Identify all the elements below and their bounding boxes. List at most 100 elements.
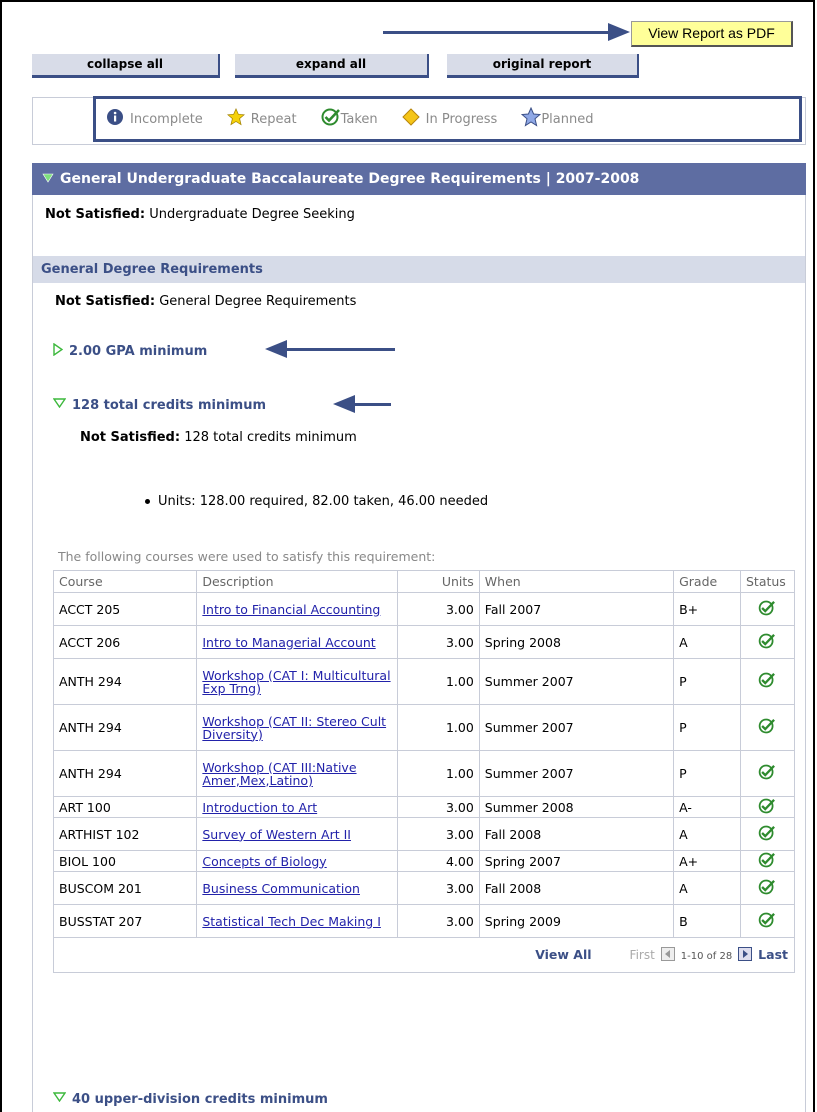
chevron-down-icon [52, 1091, 67, 1106]
planned-star-icon [521, 106, 542, 131]
cell-description: Business Communication [196, 871, 399, 905]
col-status[interactable]: Status [739, 570, 796, 593]
cell-units: 1.00 [397, 658, 480, 705]
gpa-requirement[interactable]: 2.00 GPA minimum [53, 342, 208, 360]
credits-requirement[interactable]: 128 total credits minimum [52, 397, 267, 413]
cell-status [739, 817, 796, 851]
col-course[interactable]: Course [52, 570, 198, 593]
check-icon [758, 764, 776, 783]
cell-grade: B [673, 904, 741, 938]
original-report-button[interactable]: original report [447, 54, 639, 78]
annotation-arrow-gpa [285, 348, 395, 351]
cell-status [739, 704, 796, 751]
cell-course: ARTHIST 102 [52, 817, 198, 851]
cell-course: ANTH 294 [52, 704, 198, 751]
last-link[interactable]: Last [758, 947, 788, 962]
cell-description: Survey of Western Art II [196, 817, 399, 851]
cell-course: ANTH 294 [52, 750, 198, 797]
cell-description: Intro to Financial Accounting [196, 592, 399, 626]
group-status-text: General Degree Requirements [159, 294, 357, 309]
course-link[interactable]: Survey of Western Art II [202, 827, 351, 842]
credits-requirement-label: 128 total credits minimum [72, 398, 267, 413]
cell-units: 4.00 [397, 850, 480, 872]
cell-description: Introduction to Art [196, 796, 399, 818]
courses-table: Course Description Units When Grade Stat… [52, 570, 796, 973]
view-all-link[interactable]: View All [535, 947, 591, 962]
check-icon [758, 912, 776, 931]
credits-status-text: 128 total credits minimum [184, 430, 357, 445]
courses-intro: The following courses were used to satis… [58, 549, 436, 564]
legend-incomplete-label: Incomplete [130, 111, 203, 127]
course-link[interactable]: Intro to Financial Accounting [202, 602, 380, 617]
table-row: ACCT 206 Intro to Managerial Account 3.00 S… [52, 625, 796, 659]
table-row: BIOL 100 Concepts of Biology 4.00 Spring 20… [52, 850, 796, 872]
cell-grade: A+ [673, 850, 741, 872]
check-icon [321, 108, 341, 130]
group-status-label: Not Satisfied: [55, 294, 156, 309]
annotation-arrow-pdf-head [608, 23, 630, 41]
table-row: ACCT 205 Intro to Financial Accounting 3.0… [52, 592, 796, 626]
check-icon [758, 672, 776, 691]
legend-repeat: Repeat [226, 107, 297, 130]
cell-description: Intro to Managerial Account [196, 625, 399, 659]
course-link[interactable]: Workshop (CAT III:Native Amer,Mex,Latino… [202, 760, 356, 788]
view-pdf-button[interactable]: View Report as PDF [631, 21, 793, 47]
next-page-icon[interactable] [738, 946, 753, 964]
section-title: General Undergraduate Baccalaureate Degr… [60, 171, 640, 187]
group-status: Not Satisfied: General Degree Requiremen… [55, 294, 356, 309]
cell-when: Fall 2008 [478, 817, 675, 851]
cell-when: Summer 2007 [478, 750, 675, 797]
annotation-arrow-credits-head [333, 395, 355, 413]
table-row: ART 100 Introduction to Art 3.00 Summer 200… [52, 796, 796, 818]
cell-description: Concepts of Biology [196, 850, 399, 872]
cell-units: 3.00 [397, 592, 480, 626]
course-link[interactable]: Workshop (CAT II: Stereo Cult Diversity) [202, 714, 386, 742]
cell-status [739, 871, 796, 905]
cell-units: 3.00 [397, 871, 480, 905]
cell-when: Fall 2008 [478, 871, 675, 905]
cell-status [739, 750, 796, 797]
cell-course: BIOL 100 [52, 850, 198, 872]
collapse-all-button[interactable]: collapse all [32, 54, 220, 78]
bullet-icon [145, 499, 150, 504]
cell-grade: A [673, 871, 741, 905]
check-icon [758, 825, 776, 844]
course-link[interactable]: Introduction to Art [202, 800, 317, 815]
cell-when: Spring 2008 [478, 625, 675, 659]
legend-planned: Planned [521, 106, 593, 131]
course-link[interactable]: Statistical Tech Dec Making I [202, 914, 381, 929]
legend-in-progress-label: In Progress [425, 111, 498, 127]
gpa-requirement-label: 2.00 GPA minimum [69, 344, 208, 359]
credits-status-label: Not Satisfied: [80, 430, 181, 445]
upper-division-requirement[interactable]: 40 upper-division credits minimum [52, 1091, 328, 1107]
cell-status [739, 904, 796, 938]
col-units[interactable]: Units [397, 570, 480, 593]
section-status-text: Undergraduate Degree Seeking [149, 207, 355, 222]
check-icon [758, 852, 776, 871]
check-icon [758, 879, 776, 898]
cell-description: Workshop (CAT I: Multicultural Exp Trng) [196, 658, 399, 705]
cell-grade: A- [673, 796, 741, 818]
cell-units: 3.00 [397, 625, 480, 659]
cell-grade: A [673, 625, 741, 659]
course-link[interactable]: Workshop (CAT I: Multicultural Exp Trng) [202, 668, 390, 696]
expand-all-button[interactable]: expand all [235, 54, 429, 78]
cell-grade: P [673, 750, 741, 797]
col-description[interactable]: Description [196, 570, 399, 593]
section-header[interactable]: General Undergraduate Baccalaureate Degr… [32, 163, 806, 195]
cell-units: 3.00 [397, 904, 480, 938]
units-line: Units: 128.00 required, 82.00 taken, 46.… [145, 494, 488, 509]
prev-page-icon[interactable] [660, 946, 675, 964]
cell-when: Summer 2007 [478, 704, 675, 751]
chevron-right-icon [53, 342, 64, 360]
cell-description: Workshop (CAT II: Stereo Cult Diversity) [196, 704, 399, 751]
table-row: ANTH 294 Workshop (CAT III:Native Amer,Me… [52, 750, 796, 797]
table-header-row: Course Description Units When Grade Stat… [52, 570, 796, 593]
course-link[interactable]: Intro to Managerial Account [202, 635, 375, 650]
check-icon [758, 798, 776, 817]
col-when[interactable]: When [478, 570, 675, 593]
course-link[interactable]: Concepts of Biology [202, 854, 326, 869]
col-grade[interactable]: Grade [673, 570, 741, 593]
course-link[interactable]: Business Communication [202, 881, 360, 896]
check-icon [758, 718, 776, 737]
